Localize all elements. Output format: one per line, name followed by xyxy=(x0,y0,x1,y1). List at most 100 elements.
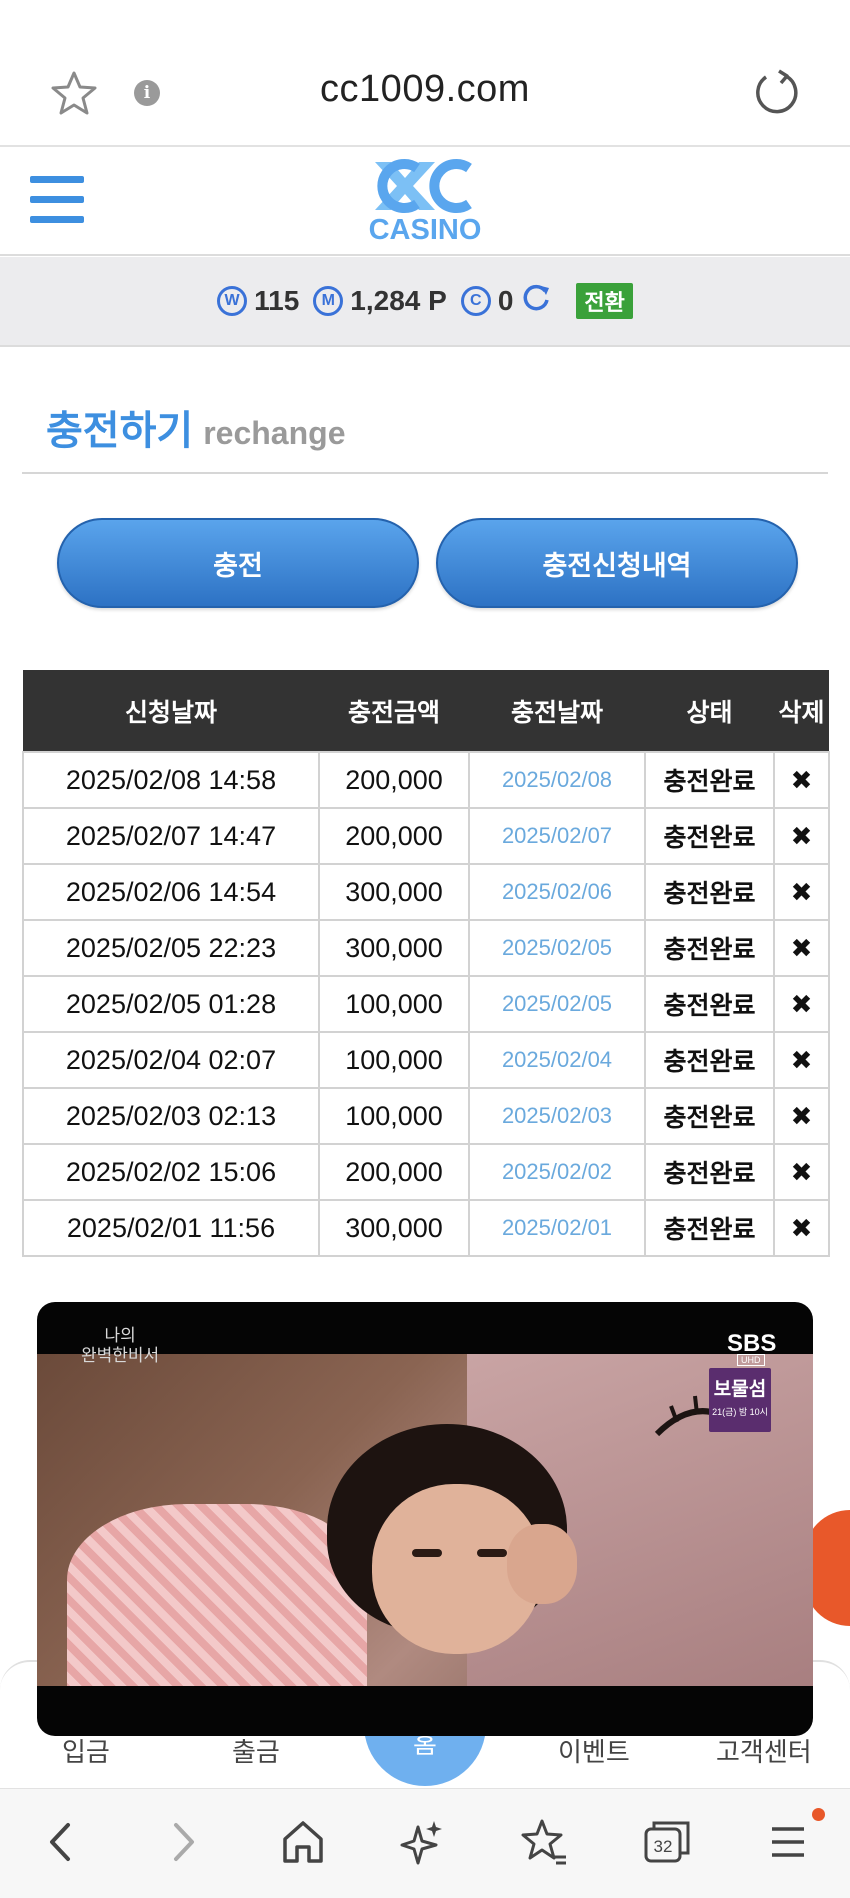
bookmark-star-icon[interactable] xyxy=(50,70,98,121)
status-cell: 충전완료 xyxy=(644,1143,775,1201)
w-coin-icon: W xyxy=(217,286,248,316)
nav-deposit[interactable]: 입금 xyxy=(62,1732,110,1769)
charge-date-cell: 2025/02/04 xyxy=(468,1031,646,1089)
tabs-icon[interactable]: 32 xyxy=(642,1817,692,1872)
request-date-cell: 2025/02/07 14:47 xyxy=(22,807,320,865)
delete-icon[interactable]: ✖ xyxy=(773,863,830,921)
m-coin-icon: M xyxy=(313,286,344,316)
home-icon[interactable] xyxy=(280,1817,326,1872)
amount-cell: 200,000 xyxy=(318,807,470,865)
table-row: 2025/02/05 22:23 300,000 2025/02/05 충전완료… xyxy=(22,919,830,977)
casino-logo[interactable]: CASINO xyxy=(355,152,495,252)
header-charge-date: 충전날짜 xyxy=(469,670,645,752)
table-row: 2025/02/02 15:06 200,000 2025/02/02 충전완료… xyxy=(22,1143,830,1201)
amount-cell: 100,000 xyxy=(318,1087,470,1145)
delete-icon[interactable]: ✖ xyxy=(773,1199,830,1257)
delete-icon[interactable]: ✖ xyxy=(773,751,830,809)
floating-video-player[interactable]: 나의 완벽한비서 SBS UHD 보물섬 21(금) 밤 10시 xyxy=(37,1302,813,1736)
request-date-cell: 2025/02/05 01:28 xyxy=(22,975,320,1033)
menu-hamburger-icon[interactable] xyxy=(30,176,84,224)
balance-c-value: 0 xyxy=(497,285,514,316)
charge-history-table: 신청날짜 충전금액 충전날짜 상태 삭제 2025/02/08 14:58 20… xyxy=(22,670,830,1257)
delete-icon[interactable]: ✖ xyxy=(773,1031,830,1089)
charge-button[interactable]: 충전 xyxy=(57,518,419,608)
table-row: 2025/02/04 02:07 100,000 2025/02/04 충전완료… xyxy=(22,1031,830,1089)
table-row: 2025/02/01 11:56 300,000 2025/02/01 충전완료… xyxy=(22,1199,830,1257)
table-row: 2025/02/07 14:47 200,000 2025/02/07 충전완료… xyxy=(22,807,830,865)
delete-icon[interactable]: ✖ xyxy=(773,1143,830,1201)
section-title-korean: 충전하기 xyxy=(46,409,194,453)
delete-icon[interactable]: ✖ xyxy=(773,807,830,865)
logo-text: CASINO xyxy=(368,214,482,246)
amount-cell: 200,000 xyxy=(318,1143,470,1201)
request-date-cell: 2025/02/05 22:23 xyxy=(22,919,320,977)
balance-bar: W 115 M 1,284 P C 0 전환 xyxy=(0,257,850,347)
reload-icon[interactable] xyxy=(752,68,800,121)
url-text[interactable]: cc1009.com xyxy=(200,68,650,111)
refresh-balance-icon[interactable] xyxy=(520,282,552,321)
table-row: 2025/02/06 14:54 300,000 2025/02/06 충전완료… xyxy=(22,863,830,921)
nav-event[interactable]: 이벤트 xyxy=(558,1732,630,1769)
request-date-cell: 2025/02/02 15:06 xyxy=(22,1143,320,1201)
table-row: 2025/02/05 01:28 100,000 2025/02/05 충전완료… xyxy=(22,975,830,1033)
request-date-cell: 2025/02/03 02:13 xyxy=(22,1087,320,1145)
section-title: 충전하기 rechange xyxy=(46,398,345,456)
status-cell: 충전완료 xyxy=(644,1087,775,1145)
table-row: 2025/02/03 02:13 100,000 2025/02/03 충전완료… xyxy=(22,1087,830,1145)
charge-date-cell: 2025/02/07 xyxy=(468,807,646,865)
status-cell: 충전완료 xyxy=(644,919,775,977)
status-cell: 충전완료 xyxy=(644,1031,775,1089)
delete-icon[interactable]: ✖ xyxy=(773,1087,830,1145)
amount-cell: 100,000 xyxy=(318,975,470,1033)
show-title-logo: 나의 완벽한비서 xyxy=(81,1326,160,1365)
status-cell: 충전완료 xyxy=(644,807,775,865)
delete-icon[interactable]: ✖ xyxy=(773,919,830,977)
browser-menu-icon[interactable] xyxy=(768,1817,808,1872)
nav-withdraw[interactable]: 출금 xyxy=(232,1732,280,1769)
request-date-cell: 2025/02/01 11:56 xyxy=(22,1199,320,1257)
status-cell: 충전완료 xyxy=(644,863,775,921)
charge-date-cell: 2025/02/05 xyxy=(468,975,646,1033)
delete-icon[interactable]: ✖ xyxy=(773,975,830,1033)
header-amount: 충전금액 xyxy=(319,670,469,752)
convert-button[interactable]: 전환 xyxy=(576,283,633,319)
forward-arrow-icon[interactable] xyxy=(166,1817,202,1872)
charge-date-cell: 2025/02/08 xyxy=(468,751,646,809)
browser-toolbar: 32 xyxy=(0,1788,850,1898)
browser-address-bar: i cc1009.com xyxy=(0,0,850,147)
site-info-icon[interactable]: i xyxy=(134,80,160,106)
site-header: CASINO xyxy=(0,148,850,256)
amount-cell: 100,000 xyxy=(318,1031,470,1089)
section-title-english: rechange xyxy=(203,415,346,451)
charge-date-cell: 2025/02/01 xyxy=(468,1199,646,1257)
bookmarks-star-icon[interactable] xyxy=(520,1817,570,1872)
charge-date-cell: 2025/02/03 xyxy=(468,1087,646,1145)
status-cell: 충전완료 xyxy=(644,751,775,809)
amount-cell: 300,000 xyxy=(318,863,470,921)
charge-date-cell: 2025/02/06 xyxy=(468,863,646,921)
amount-cell: 300,000 xyxy=(318,1199,470,1257)
channel-sub-badge: UHD xyxy=(737,1354,765,1366)
notification-dot xyxy=(812,1808,825,1821)
status-cell: 충전완료 xyxy=(644,1199,775,1257)
table-row: 2025/02/08 14:58 200,000 2025/02/08 충전완료… xyxy=(22,751,830,809)
charge-date-cell: 2025/02/02 xyxy=(468,1143,646,1201)
nav-support[interactable]: 고객센터 xyxy=(716,1732,812,1769)
header-request-date: 신청날짜 xyxy=(23,670,319,752)
amount-cell: 300,000 xyxy=(318,919,470,977)
promo-badge: 보물섬 21(금) 밤 10시 xyxy=(709,1368,771,1432)
sparkle-ai-icon[interactable] xyxy=(400,1817,446,1872)
status-cell: 충전완료 xyxy=(644,975,775,1033)
balance-c: C 0 xyxy=(460,282,553,321)
header-status: 상태 xyxy=(645,670,774,752)
back-arrow-icon[interactable] xyxy=(42,1817,78,1872)
balance-m: M 1,284 P xyxy=(313,285,447,317)
table-header-row: 신청날짜 충전금액 충전날짜 상태 삭제 xyxy=(23,670,829,752)
request-date-cell: 2025/02/08 14:58 xyxy=(22,751,320,809)
video-frame[interactable] xyxy=(37,1354,813,1686)
balance-m-value: 1,284 P xyxy=(350,285,447,316)
amount-cell: 200,000 xyxy=(318,751,470,809)
charge-history-button[interactable]: 충전신청내역 xyxy=(436,518,798,608)
balance-w: W 115 xyxy=(217,285,299,317)
request-date-cell: 2025/02/06 14:54 xyxy=(22,863,320,921)
